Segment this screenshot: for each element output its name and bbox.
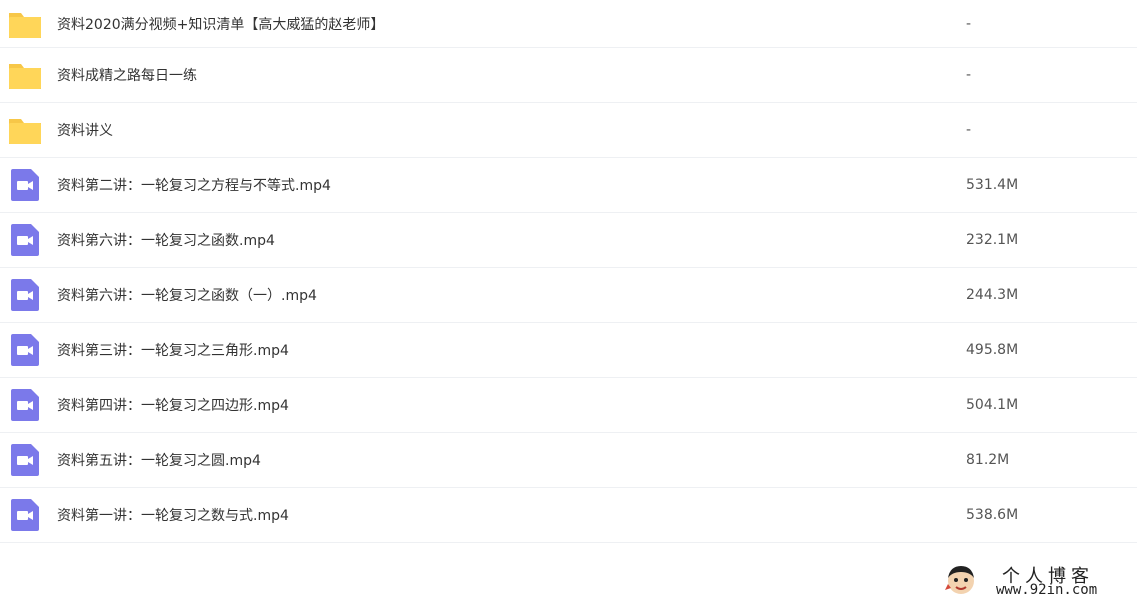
file-size: 531.4M (966, 177, 1019, 193)
file-list: 资料2020满分视频+知识清单【高大威猛的赵老师】 - 资料成精之路每日一练 -… (0, 0, 1137, 543)
file-size: 81.2M (966, 452, 1010, 468)
video-file-icon (11, 334, 39, 366)
video-file-icon (11, 279, 39, 311)
file-size: 244.3M (966, 287, 1019, 303)
file-size: 504.1M (966, 397, 1019, 413)
video-file-icon (11, 389, 39, 421)
folder-icon (9, 64, 41, 89)
video-file-icon (11, 169, 39, 201)
file-name[interactable]: 资料第六讲：一轮复习之函数（一）.mp4 (57, 285, 317, 305)
cartoon-avatar-icon (945, 566, 974, 594)
folder-icon (9, 119, 41, 144)
file-name[interactable]: 资料第四讲：一轮复习之四边形.mp4 (57, 395, 289, 415)
video-file-icon (11, 224, 39, 256)
file-row[interactable]: 资料2020满分视频+知识清单【高大威猛的赵老师】 - (0, 0, 1137, 48)
blog-watermark: 个人博客 www.92in.com (944, 560, 1134, 600)
file-row[interactable]: 资料第六讲：一轮复习之函数（一）.mp4 244.3M (0, 268, 1137, 323)
video-file-icon (11, 444, 39, 476)
file-size: - (966, 15, 972, 32)
file-name[interactable]: 资料第六讲：一轮复习之函数.mp4 (57, 230, 275, 250)
file-name[interactable]: 资料成精之路每日一练 (57, 65, 197, 85)
folder-icon (9, 12, 41, 38)
file-size: 538.6M (966, 507, 1019, 523)
file-name[interactable]: 资料第二讲：一轮复习之方程与不等式.mp4 (57, 175, 331, 195)
file-row[interactable]: 资料讲义 - (0, 103, 1137, 158)
file-name[interactable]: 资料第一讲：一轮复习之数与式.mp4 (57, 505, 289, 525)
file-size: 495.8M (966, 342, 1019, 358)
file-row[interactable]: 资料第三讲：一轮复习之三角形.mp4 495.8M (0, 323, 1137, 378)
file-row[interactable]: 资料第一讲：一轮复习之数与式.mp4 538.6M (0, 488, 1137, 543)
file-row[interactable]: 资料第二讲：一轮复习之方程与不等式.mp4 531.4M (0, 158, 1137, 213)
file-name[interactable]: 资料第三讲：一轮复习之三角形.mp4 (57, 340, 289, 360)
file-row[interactable]: 资料第四讲：一轮复习之四边形.mp4 504.1M (0, 378, 1137, 433)
file-name[interactable]: 资料第五讲：一轮复习之圆.mp4 (57, 450, 261, 470)
file-row[interactable]: 资料第五讲：一轮复习之圆.mp4 81.2M (0, 433, 1137, 488)
watermark-url: www.92in.com (996, 582, 1098, 598)
file-name[interactable]: 资料讲义 (57, 120, 113, 140)
file-row[interactable]: 资料成精之路每日一练 - (0, 48, 1137, 103)
file-row[interactable]: 资料第六讲：一轮复习之函数.mp4 232.1M (0, 213, 1137, 268)
file-size: 232.1M (966, 232, 1019, 248)
file-size: - (966, 67, 972, 83)
file-name[interactable]: 资料2020满分视频+知识清单【高大威猛的赵老师】 (57, 14, 384, 34)
file-size: - (966, 122, 972, 138)
video-file-icon (11, 499, 39, 531)
